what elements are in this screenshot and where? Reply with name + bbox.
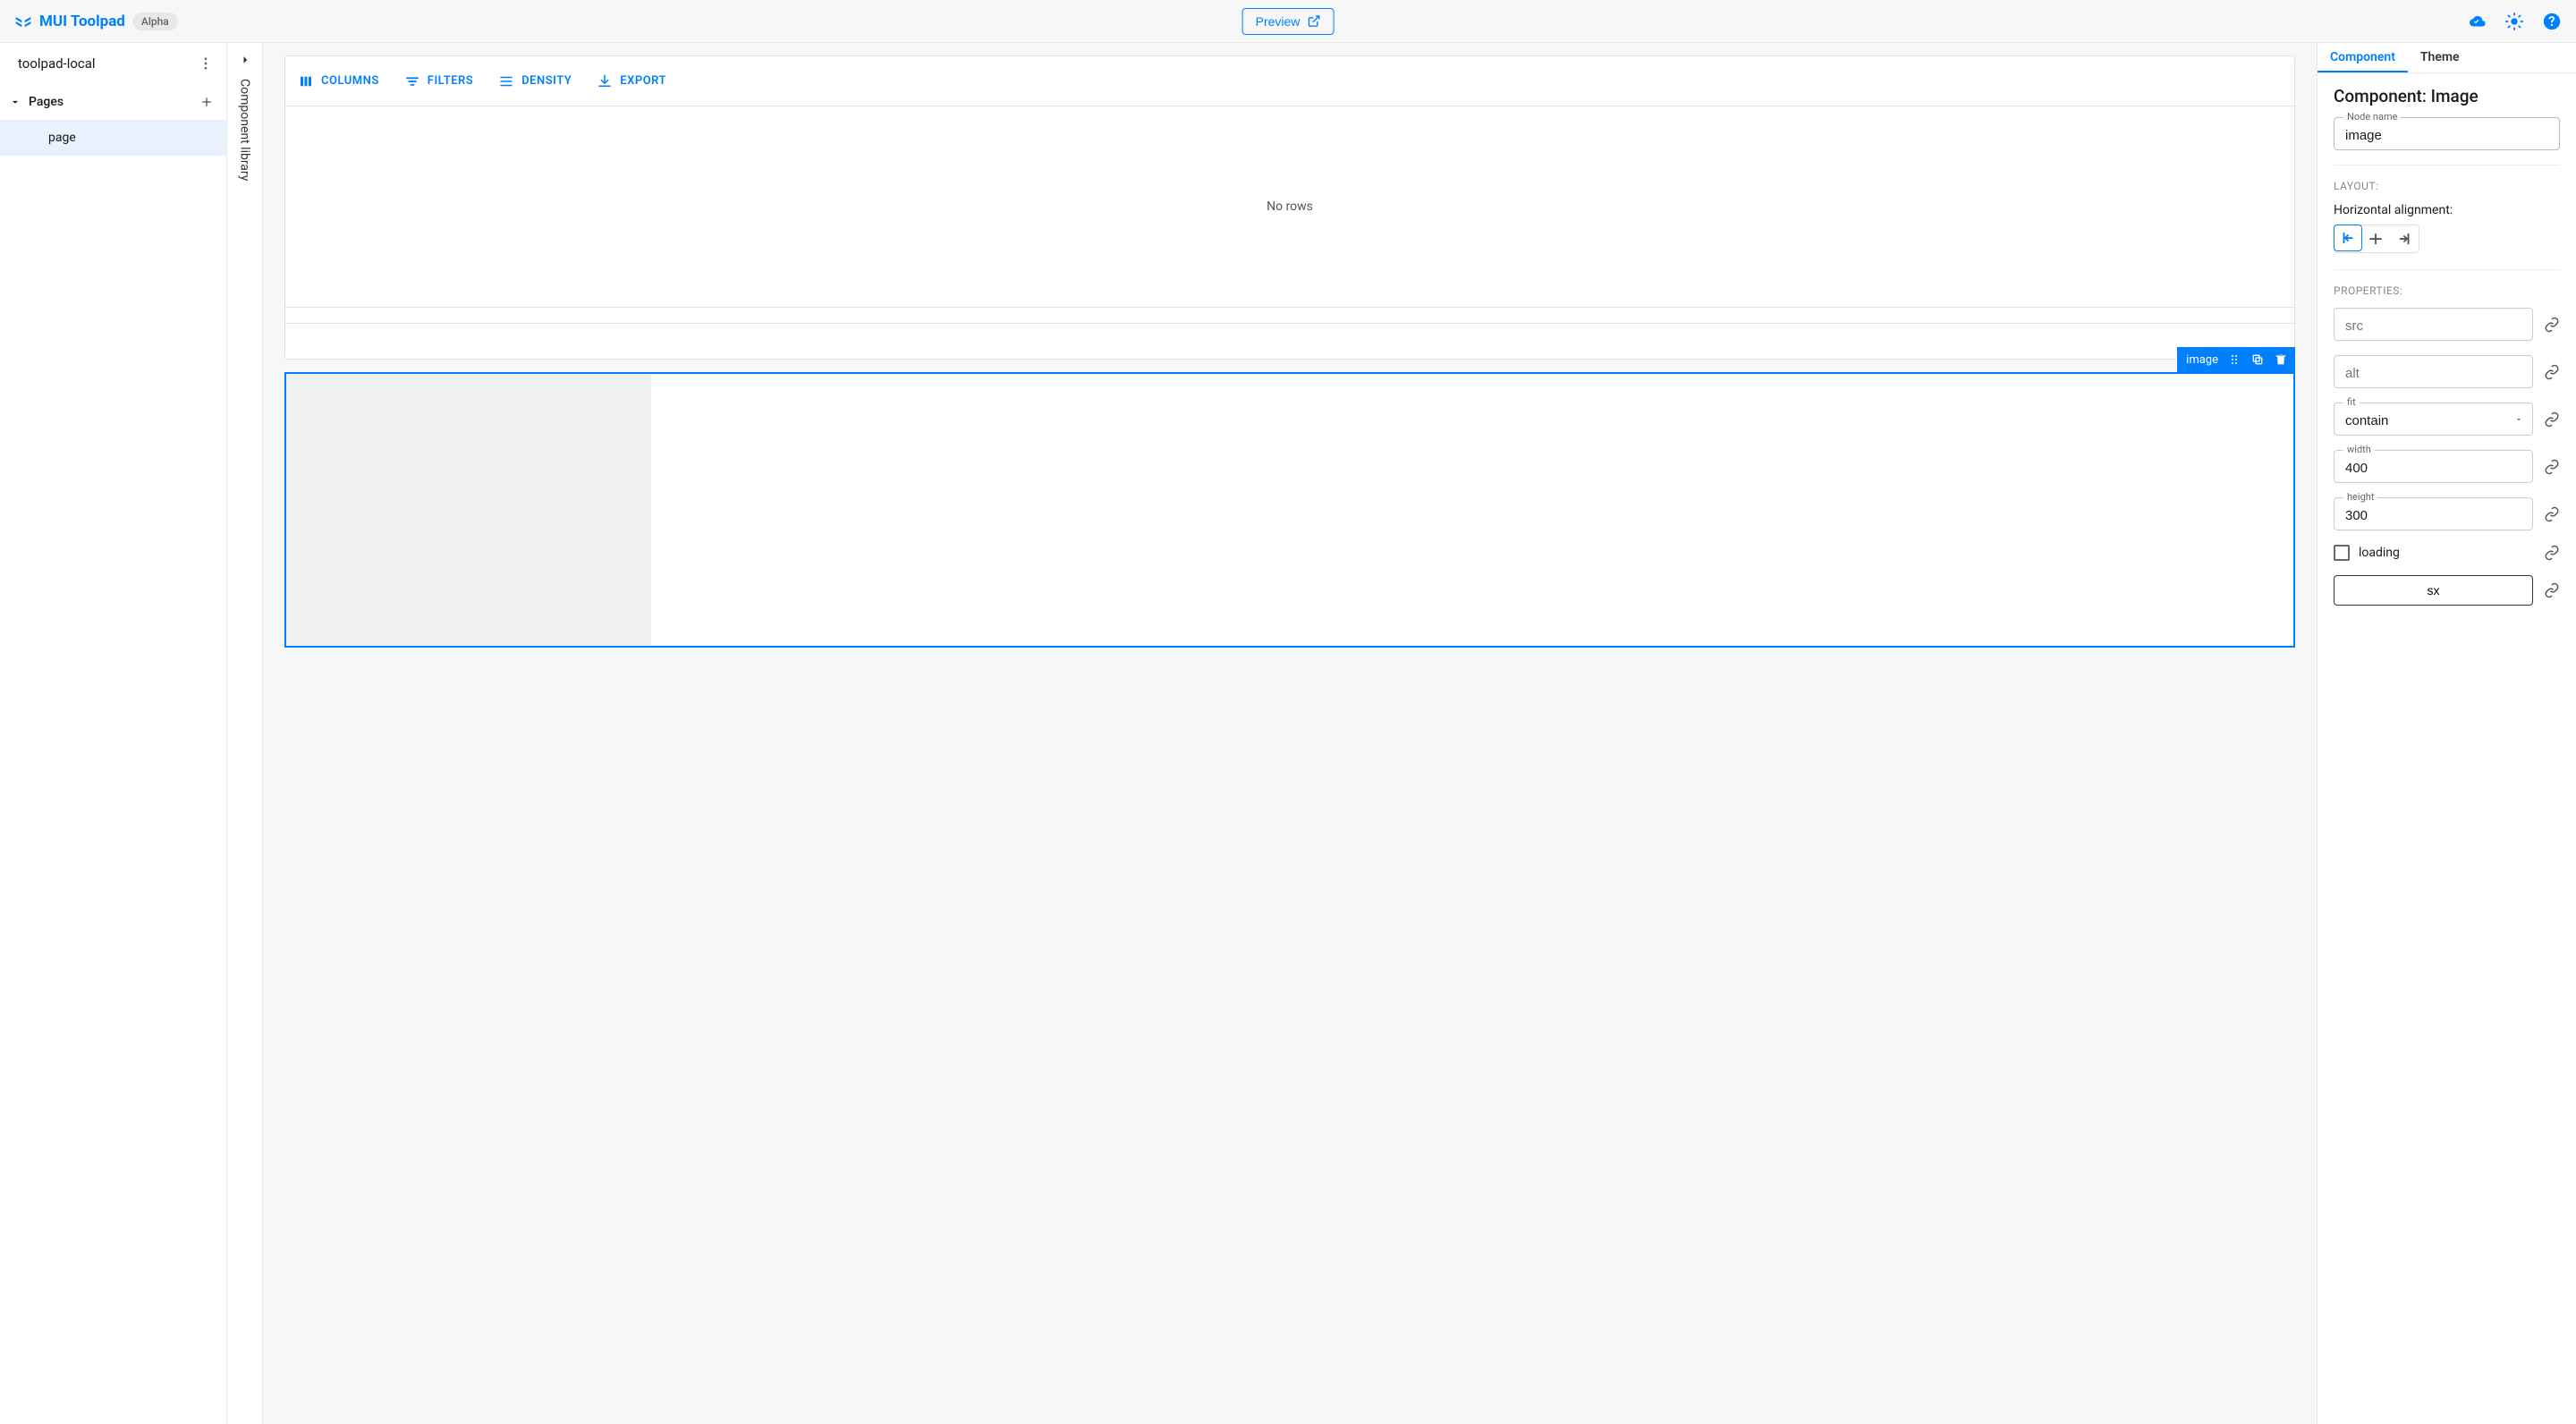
chevron-down-icon	[9, 96, 21, 108]
align-right-icon	[2396, 231, 2412, 247]
inspector-panel: Component Theme Component: Image Node na…	[2317, 43, 2576, 1424]
fit-select[interactable]: contain	[2345, 413, 2521, 428]
component-library-label: Component library	[238, 79, 252, 181]
inspector-title: Component: Image	[2334, 86, 2560, 106]
help-icon[interactable]	[2542, 12, 2562, 31]
node-name-field[interactable]: Node name	[2334, 117, 2560, 150]
width-field[interactable]: width	[2334, 450, 2533, 483]
current-app-name: toolpad-local	[18, 55, 198, 72]
sidebar: toolpad-local Pages page	[0, 43, 227, 1424]
preview-button[interactable]: Preview	[1242, 8, 1335, 35]
loading-label: loading	[2359, 546, 2400, 560]
bind-height-icon[interactable]	[2544, 506, 2560, 522]
width-input[interactable]	[2345, 461, 2521, 476]
logo-icon	[14, 13, 32, 30]
align-center-button[interactable]	[2361, 225, 2390, 252]
density-icon	[498, 73, 514, 89]
image-placeholder	[286, 374, 651, 646]
density-button[interactable]: DENSITY	[498, 73, 572, 89]
node-name-input[interactable]	[2345, 128, 2548, 143]
datagrid-scrollbar[interactable]	[285, 307, 2294, 323]
align-left-button[interactable]	[2334, 225, 2362, 251]
align-right-button[interactable]	[2390, 225, 2419, 252]
h-align-group	[2334, 225, 2419, 253]
app-title: MUI Toolpad	[39, 13, 125, 30]
app-header: MUI Toolpad Alpha Preview	[0, 0, 2576, 43]
bind-src-icon[interactable]	[2544, 317, 2560, 333]
tab-component[interactable]: Component	[2318, 43, 2408, 72]
bind-alt-icon[interactable]	[2544, 364, 2560, 380]
filters-button[interactable]: FILTERS	[404, 73, 473, 89]
component-library-rail[interactable]: Component library	[227, 43, 263, 1424]
alt-input[interactable]	[2345, 366, 2521, 381]
canvas: COLUMNS FILTERS DENSITY EXPORT	[263, 43, 2317, 1424]
sx-button[interactable]: sx	[2334, 575, 2533, 606]
layout-section-label: LAYOUT:	[2334, 180, 2560, 192]
alt-field[interactable]	[2334, 355, 2533, 388]
filter-icon	[404, 73, 420, 89]
tab-theme[interactable]: Theme	[2408, 43, 2472, 72]
theme-toggle-icon[interactable]	[2504, 12, 2524, 31]
download-icon	[597, 73, 613, 89]
delete-icon[interactable]	[2274, 352, 2288, 367]
bind-loading-icon[interactable]	[2544, 545, 2560, 561]
align-left-icon	[2340, 230, 2356, 246]
add-page-icon[interactable]	[199, 95, 214, 109]
sidebar-item-page[interactable]: page	[0, 120, 226, 156]
height-field[interactable]: height	[2334, 497, 2533, 530]
h-align-label: Horizontal alignment:	[2334, 203, 2560, 217]
height-input[interactable]	[2345, 508, 2521, 523]
columns-icon	[298, 73, 314, 89]
datagrid-footer	[285, 323, 2294, 359]
datagrid-component[interactable]: COLUMNS FILTERS DENSITY EXPORT	[284, 55, 2295, 360]
datagrid-empty: No rows	[285, 106, 2294, 307]
export-button[interactable]: EXPORT	[597, 73, 666, 89]
drag-handle-icon[interactable]	[2227, 352, 2241, 367]
selection-toolbar: image	[2177, 347, 2295, 372]
image-component[interactable]	[284, 372, 2295, 648]
loading-checkbox[interactable]	[2334, 545, 2350, 561]
alpha-badge: Alpha	[132, 13, 178, 30]
more-vertical-icon[interactable]	[198, 55, 214, 72]
duplicate-icon[interactable]	[2250, 352, 2265, 367]
src-field[interactable]	[2334, 308, 2533, 341]
fit-field[interactable]: fit contain	[2334, 403, 2533, 436]
cloud-done-icon[interactable]	[2467, 12, 2487, 31]
align-center-icon	[2368, 231, 2384, 247]
bind-sx-icon[interactable]	[2544, 582, 2560, 598]
properties-section-label: PROPERTIES:	[2334, 284, 2560, 297]
datagrid-toolbar: COLUMNS FILTERS DENSITY EXPORT	[285, 56, 2294, 106]
src-input[interactable]	[2345, 318, 2521, 334]
bind-width-icon[interactable]	[2544, 459, 2560, 475]
chevron-right-icon	[237, 52, 253, 68]
bind-fit-icon[interactable]	[2544, 411, 2560, 428]
sidebar-group-pages[interactable]: Pages	[0, 84, 226, 120]
open-external-icon	[1307, 14, 1320, 28]
columns-button[interactable]: COLUMNS	[298, 73, 379, 89]
selection-label: image	[2186, 353, 2218, 367]
